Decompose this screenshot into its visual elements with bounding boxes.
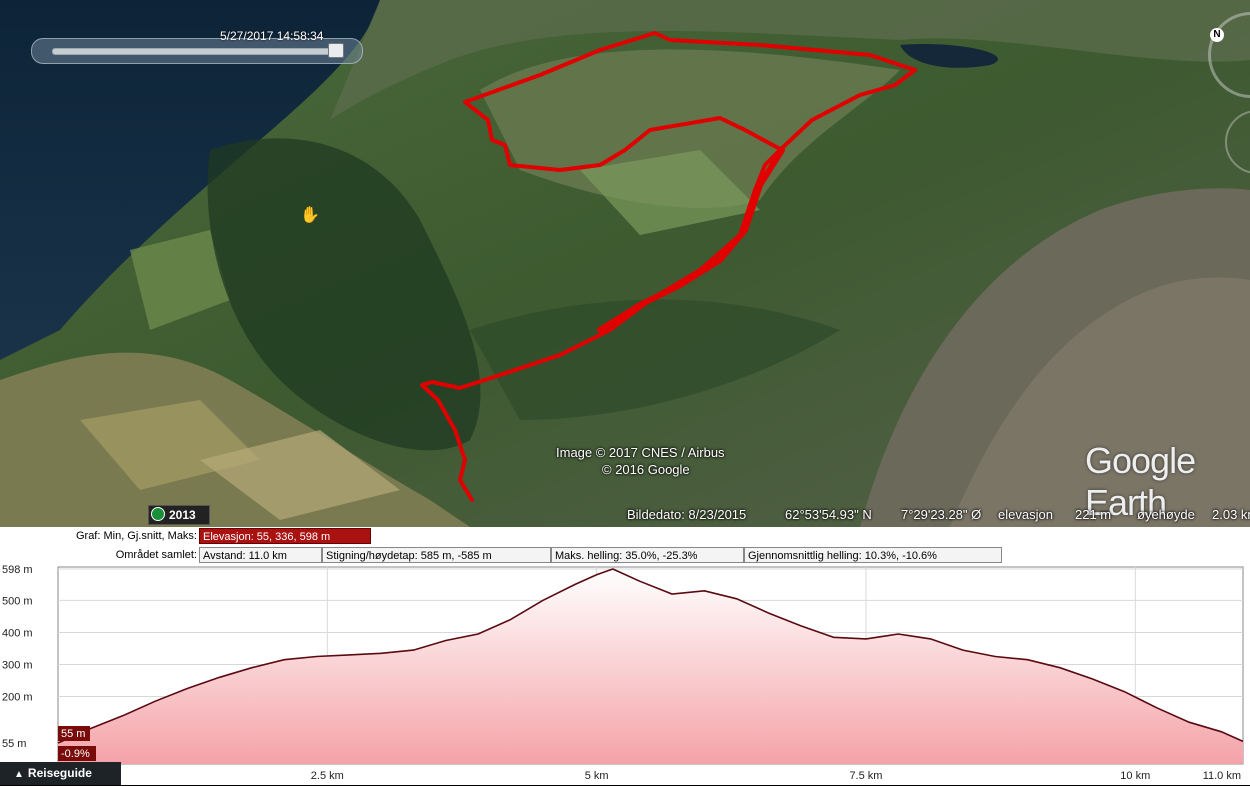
y-tick-label: 200 m xyxy=(2,692,33,704)
imagery-date: Bildedato: 8/23/2015 xyxy=(627,507,747,522)
time-slider-track[interactable] xyxy=(52,48,342,55)
x-tick-label: 10 km xyxy=(1120,770,1150,782)
distance-stats: Avstand: 11.0 km xyxy=(199,547,322,563)
elevation-stats: Elevasjon: 55, 336, 598 m xyxy=(199,528,371,544)
chevron-up-icon: ▲ xyxy=(14,769,24,780)
max-slope-stats: Maks. helling: 35.0%, -25.3% xyxy=(551,547,744,563)
current-elevation-text: 55 m xyxy=(61,728,85,740)
graph-stats-label: Graf: Min, Gj.snitt, Maks: xyxy=(75,530,197,542)
reiseguide-button[interactable]: ▲ Reiseguide xyxy=(0,762,121,785)
reiseguide-label: Reiseguide xyxy=(27,766,92,780)
y-tick-label: 500 m xyxy=(2,595,33,607)
latitude: 62°53'54.93" N xyxy=(785,507,872,522)
time-slider-handle[interactable] xyxy=(328,43,344,58)
y-tick-label: 300 m xyxy=(2,659,33,671)
status-bar: Bildedato: 8/23/2015 62°53'54.93" N 7°29… xyxy=(0,502,1250,527)
range-stats-label: Området samlet: xyxy=(115,549,197,561)
slider-timestamp: 5/27/2017 14:58:34 xyxy=(220,29,324,43)
copyright-notice: © 2016 Google xyxy=(602,462,690,477)
avg-slope-stats: Gjennomsnittlig helling: 10.3%, -10.6% xyxy=(744,547,1002,563)
current-slope-text: -0.9% xyxy=(61,748,90,760)
range-stats-row: Området samlet: Avstand: 11.0 km Stignin… xyxy=(0,546,1250,565)
elevation-label: elevasjon xyxy=(998,507,1053,522)
climb-stats: Stigning/høydetap: 585 m, -585 m xyxy=(322,547,551,563)
x-tick-label: 5 km xyxy=(585,770,609,782)
eye-altitude-value: 2.03 km xyxy=(1212,507,1250,522)
longitude: 7°29'23.28" Ø xyxy=(901,507,982,522)
elevation-chart[interactable]: 598 m 500 m 400 m 300 m 200 m 55 m 2.5 km 5 km… xyxy=(0,565,1250,785)
elevation-profile-panel: Graf: Min, Gj.snitt, Maks: Elevasjon: 55… xyxy=(0,527,1250,785)
y-tick-label: 55 m xyxy=(2,738,26,750)
y-tick-label: 400 m xyxy=(2,627,33,639)
x-axis-ticks: 2.5 km 5 km 7.5 km 10 km 11.0 km xyxy=(311,770,1241,782)
y-tick-label: 598 m xyxy=(2,565,33,576)
graph-stats-row: Graf: Min, Gj.snitt, Maks: Elevasjon: 55… xyxy=(0,527,1250,546)
imagery-credit: Image © 2017 CNES / Airbus xyxy=(556,445,725,460)
map-view[interactable]: 5/27/2017 14:58:34 ✋ N Image © 2017 CNES… xyxy=(0,0,1250,527)
y-axis-ticks: 598 m 500 m 400 m 300 m 200 m 55 m xyxy=(2,565,33,750)
x-tick-label: 7.5 km xyxy=(849,770,882,782)
north-compass-icon[interactable]: N xyxy=(1210,28,1224,42)
elevation-value: 221 m xyxy=(1075,507,1112,522)
eye-altitude-label: øyehøyde xyxy=(1137,507,1195,522)
hand-cursor-icon: ✋ xyxy=(300,207,320,224)
x-tick-label: 11.0 km xyxy=(1203,770,1241,782)
x-tick-label: 2.5 km xyxy=(311,770,344,782)
